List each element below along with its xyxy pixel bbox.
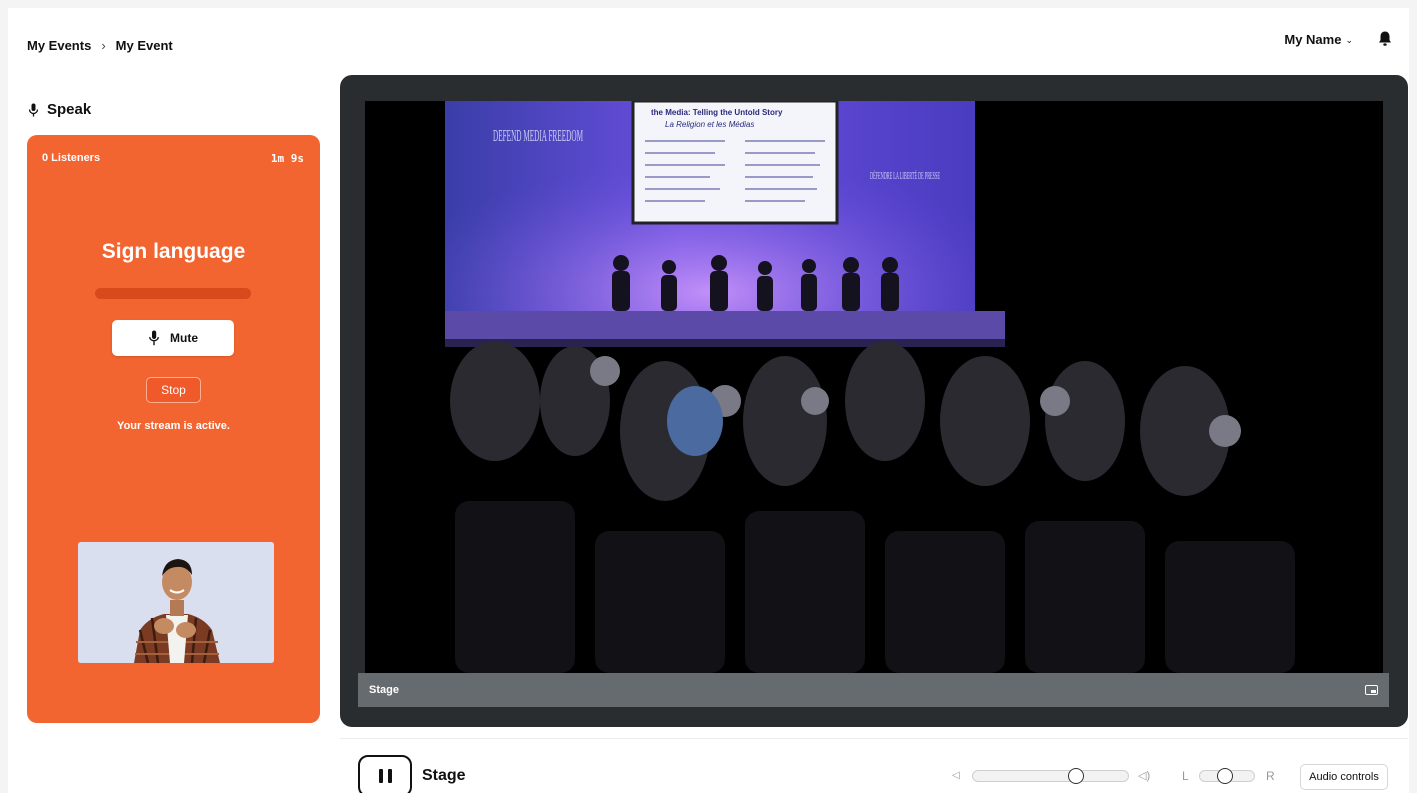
mic-icon (148, 330, 160, 346)
banner-left-text: DEFEND MEDIA FREEDOM (493, 126, 583, 145)
volume-slider-thumb[interactable] (1067, 768, 1084, 784)
mute-label: Mute (170, 331, 198, 345)
pause-button[interactable] (358, 755, 412, 793)
stop-button[interactable]: Stop (146, 377, 201, 403)
bell-icon[interactable] (1377, 30, 1393, 48)
mute-button[interactable]: Mute (112, 320, 234, 356)
listener-count: 0 Listeners (42, 152, 101, 164)
channel-name: Sign language (101, 240, 246, 263)
audio-controls-button[interactable]: Audio controls (1300, 764, 1388, 790)
screen-title: the Media: Telling the Untold Story (651, 108, 783, 117)
pause-icon (378, 769, 383, 783)
user-name: My Name (1284, 32, 1342, 47)
pan-slider[interactable] (1199, 768, 1255, 784)
user-menu[interactable]: My Name ⌄ (1284, 32, 1353, 47)
stream-timer: 1m 9s (270, 152, 304, 165)
pan-slider-thumb[interactable] (1217, 768, 1234, 784)
volume-up-icon: ◁) (1138, 770, 1151, 782)
chevron-down-icon: ⌄ (1345, 34, 1353, 45)
stream-status: Your stream is active. (117, 420, 230, 432)
pan-right-label: R (1266, 769, 1275, 783)
breadcrumb-separator: › (101, 38, 106, 53)
screen-subtitle: La Religion et les Médias (665, 120, 754, 129)
pan-left-label: L (1182, 769, 1189, 783)
volume-slider[interactable] (972, 768, 1129, 784)
stage-video[interactable]: the Media: Telling the Untold Story La R… (365, 101, 1383, 673)
breadcrumb-my-events[interactable]: My Events (27, 38, 91, 53)
banner-right-text: DÉFENDRE LA LIBERTÉ DE PRESSE (870, 170, 940, 182)
speak-title: Speak (47, 101, 92, 118)
stream-card: 0 Listeners 1m 9s Sign language Mute Sto… (27, 135, 320, 723)
video-caption: Stage (369, 684, 399, 696)
camera-preview (78, 542, 274, 663)
mic-icon (28, 103, 39, 116)
video-caption-bar: Stage (358, 673, 1389, 707)
app-page: My Events › My Event My Name ⌄ Speak 0 L… (8, 8, 1409, 793)
conference-scene: the Media: Telling the Untold Story La R… (365, 101, 1383, 673)
player-bar: Stage ◁ ◁) L R Audio controls (340, 738, 1408, 793)
breadcrumb: My Events › My Event (27, 38, 173, 53)
stage-player: the Media: Telling the Untold Story La R… (340, 75, 1408, 727)
breadcrumb-my-event[interactable]: My Event (116, 38, 173, 53)
speak-heading: Speak (28, 101, 91, 118)
audio-level-meter (95, 288, 251, 299)
picture-in-picture-icon[interactable] (1365, 685, 1378, 695)
signer-figure (78, 542, 274, 663)
player-title: Stage (422, 767, 466, 784)
volume-down-icon: ◁ (952, 770, 960, 781)
